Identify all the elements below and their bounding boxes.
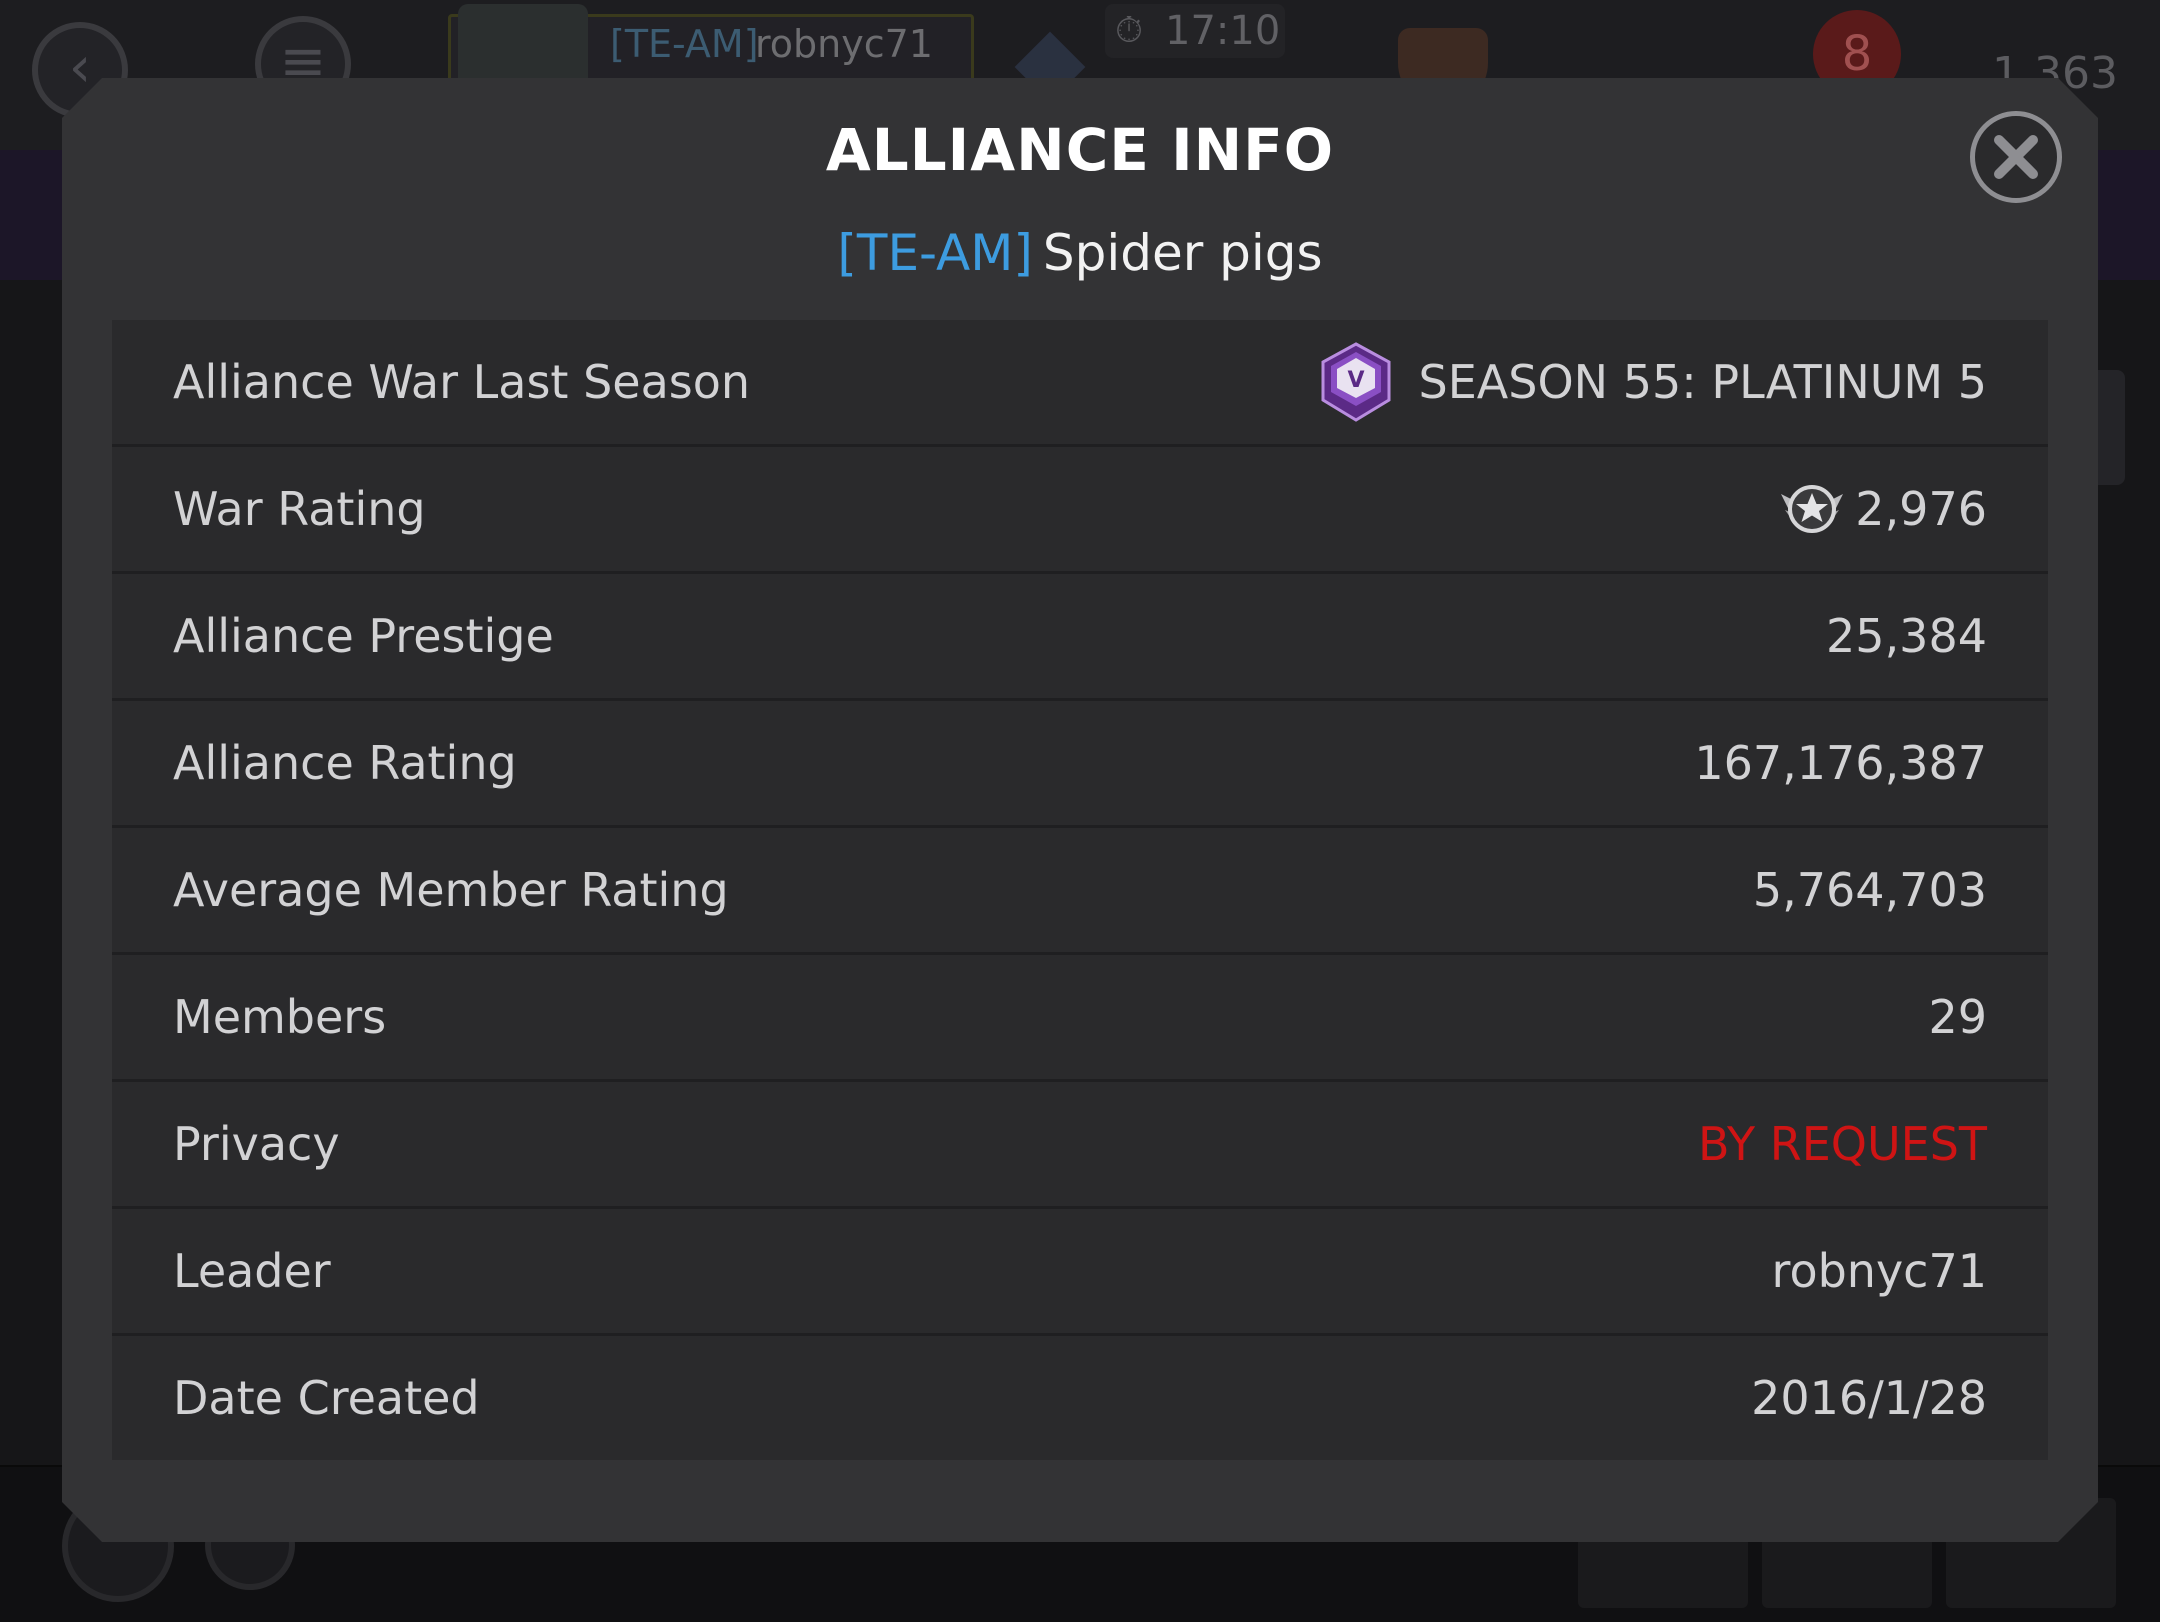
row-date-created: Date Created 2016/1/28	[112, 1336, 2048, 1460]
average-member-rating-value: 5,764,703	[1752, 863, 1987, 917]
row-label: Members	[173, 990, 387, 1044]
alliance-title: Spider pigs	[1042, 224, 1323, 282]
row-alliance-war-last-season: Alliance War Last Season V SEASON 55: PL…	[112, 320, 2048, 444]
alliance-tag: [TE-AM]	[837, 224, 1033, 282]
leader-value: robnyc71	[1771, 1244, 1987, 1298]
alliance-info-dialog: ALLIANCE INFO [TE-AM] Spider pigs Allianc…	[62, 78, 2098, 1542]
row-value: robnyc71	[1772, 1209, 1987, 1333]
row-war-rating: War Rating 2,976	[112, 447, 2048, 571]
stopwatch-icon: ⏱	[1115, 10, 1144, 51]
dialog-title: ALLIANCE INFO	[825, 116, 1335, 184]
date-created-value: 2016/1/28	[1751, 1371, 1987, 1425]
alliance-rating-value: 167,176,387	[1694, 736, 1987, 790]
row-value: V SEASON 55: PLATINUM 5	[1319, 320, 1987, 444]
alliance-info-table: Alliance War Last Season V SEASON 55: PL…	[112, 320, 2048, 1460]
row-average-member-rating: Average Member Rating 5,764,703	[112, 828, 2048, 952]
row-value: 2016/1/28	[1751, 1336, 1987, 1460]
hud-player-tag: [TE-AM]	[610, 22, 759, 66]
row-label: Leader	[173, 1244, 331, 1298]
war-rating-icon	[1781, 485, 1844, 533]
row-alliance-prestige: Alliance Prestige 25,384	[112, 574, 2048, 698]
prestige-value: 25,384	[1826, 609, 1987, 663]
war-rating-value: 2,976	[1855, 482, 1987, 536]
row-value: BY REQUEST	[1698, 1082, 1987, 1206]
row-label: Alliance War Last Season	[173, 355, 751, 409]
row-label: Date Created	[173, 1371, 480, 1425]
members-value: 29	[1928, 990, 1987, 1044]
close-x-icon	[1994, 135, 2038, 179]
season-value: SEASON 55: PLATINUM 5	[1418, 355, 1987, 409]
row-leader: Leader robnyc71	[112, 1209, 2048, 1333]
row-label: Alliance Rating	[173, 736, 517, 790]
season-badge-icon: V	[1321, 342, 1391, 422]
row-value: 2,976	[1777, 447, 1987, 571]
row-privacy: Privacy BY REQUEST	[112, 1082, 2048, 1206]
row-value: 25,384	[1826, 574, 1987, 698]
row-label: Alliance Prestige	[173, 609, 554, 663]
row-members: Members 29	[112, 955, 2048, 1079]
close-button[interactable]	[1970, 111, 2062, 203]
alliance-name-heading: [TE-AM] Spider pigs	[62, 224, 2098, 282]
row-label: Average Member Rating	[173, 863, 729, 917]
row-alliance-rating: Alliance Rating 167,176,387	[112, 701, 2048, 825]
hud-player-name: robnyc71	[755, 22, 933, 66]
svg-text:V: V	[1347, 368, 1364, 393]
privacy-value: BY REQUEST	[1697, 1117, 1987, 1171]
row-value: 167,176,387	[1694, 701, 1987, 825]
hud-timer: 17:10	[1165, 8, 1281, 54]
row-label: War Rating	[173, 482, 426, 536]
row-value: 5,764,703	[1753, 828, 1987, 952]
row-value: 29	[1928, 955, 1987, 1079]
row-label: Privacy	[173, 1117, 340, 1171]
